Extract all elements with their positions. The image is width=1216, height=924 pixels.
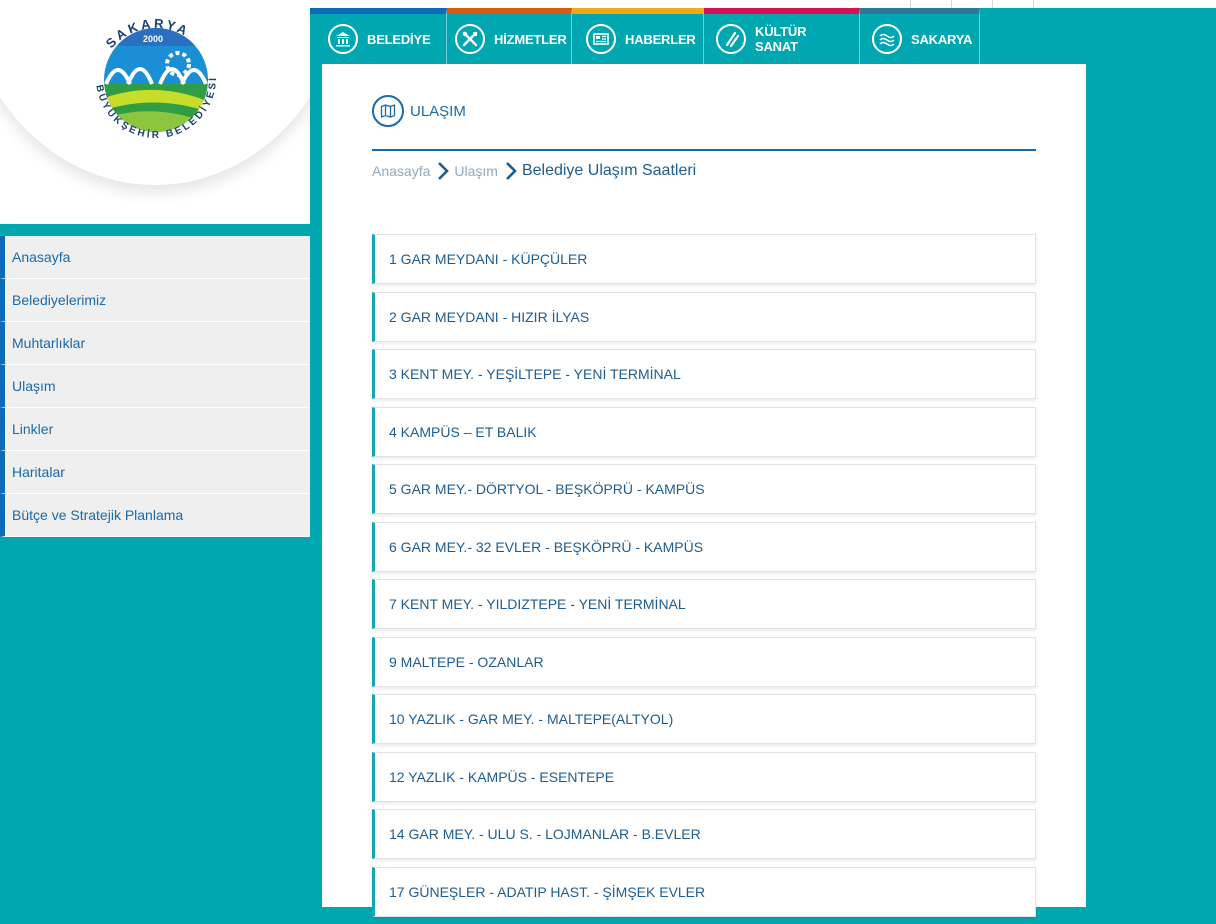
sidebar-item-haritalar[interactable]: Haritalar [0, 451, 310, 494]
top-utility-slot[interactable] [1033, 0, 1086, 8]
page-title: ULAŞIM [410, 102, 466, 120]
breadcrumb-section[interactable]: Ulaşım [454, 163, 498, 179]
top-utility-slot[interactable] [910, 0, 951, 8]
nav-label: BELEDİYE [367, 31, 431, 47]
nav-kultur-sanat[interactable]: KÜLTÜR SANAT [704, 8, 860, 64]
sidebar-item-belediyelerimiz[interactable]: Belediyelerimiz [0, 279, 310, 322]
route-item[interactable]: 14 GAR MEY. - ULU S. - LOJMANLAR - B.EVL… [372, 809, 1036, 859]
top-utility-slot[interactable] [951, 0, 992, 8]
page-header: ULAŞIM [372, 95, 466, 127]
waves-icon [872, 24, 902, 54]
main-nav: BELEDİYE HİZMETLER HABERLER KÜLTÜR SANAT… [310, 8, 980, 64]
nav-belediye[interactable]: BELEDİYE [310, 8, 447, 64]
nav-label: HABERLER [625, 31, 696, 47]
newspaper-icon [586, 24, 616, 54]
brush-icon [716, 24, 746, 54]
nav-hizmetler[interactable]: HİZMETLER [447, 8, 572, 64]
sidebar-item-butce[interactable]: Bütçe ve Stratejik Planlama [0, 494, 310, 537]
logo-panel: SAKARYA BÜYÜKŞEHİR BELEDİYESİ 2000 [0, 0, 310, 224]
route-item[interactable]: 5 GAR MEY.- DÖRTYOL - BEŞKÖPRÜ - KAMPÜS [372, 464, 1036, 514]
sidebar-item-muhtarliklar[interactable]: Muhtarlıklar [0, 322, 310, 365]
route-item[interactable]: 12 YAZLIK - KAMPÜS - ESENTEPE [372, 751, 1036, 802]
route-item[interactable]: 2 GAR MEYDANI - HIZIR İLYAS [372, 291, 1036, 342]
sidebar-nav: Anasayfa Belediyelerimiz Muhtarlıklar Ul… [0, 236, 310, 537]
nav-label: HİZMETLER [494, 31, 567, 47]
route-item[interactable]: 7 KENT MEY. - YILDIZTEPE - YENİ TERMİNAL [372, 579, 1036, 629]
nav-sakarya[interactable]: SAKARYA [860, 8, 980, 64]
sidebar-item-anasayfa[interactable]: Anasayfa [0, 236, 310, 279]
route-item[interactable]: 1 GAR MEYDANI - KÜPÇÜLER [372, 234, 1036, 284]
route-item[interactable]: 4 KAMPÜS – ET BALIK [372, 406, 1036, 457]
route-item[interactable]: 10 YAZLIK - GAR MEY. - MALTEPE(ALTYOL) [372, 694, 1036, 744]
breadcrumb-home[interactable]: Anasayfa [372, 163, 430, 179]
route-item[interactable]: 3 KENT MEY. - YEŞİLTEPE - YENİ TERMİNAL [372, 349, 1036, 399]
logo-year: 2000 [143, 34, 163, 44]
nav-spacer [980, 8, 1086, 64]
sidebar-item-linkler[interactable]: Linkler [0, 408, 310, 451]
header-divider [372, 149, 1036, 151]
breadcrumb-current: Belediye Ulaşım Saatleri [521, 162, 697, 179]
breadcrumb: Anasayfa Ulaşım Belediye Ulaşım Saatleri [372, 160, 696, 182]
sidebar-item-ulasim[interactable]: Ulaşım [0, 365, 310, 408]
route-item[interactable]: 9 MALTEPE - OZANLAR [372, 636, 1036, 687]
route-item[interactable]: 6 GAR MEY.- 32 EVLER - BEŞKÖPRÜ - KAMPÜS [372, 521, 1036, 572]
map-icon [372, 95, 404, 127]
chevron-right-icon [438, 162, 450, 180]
nav-haberler[interactable]: HABERLER [572, 8, 704, 64]
nav-label: KÜLTÜR SANAT [755, 24, 807, 54]
building-icon [328, 24, 358, 54]
main-content: ULAŞIM Anasayfa Ulaşım Belediye Ulaşım S… [322, 64, 1086, 917]
route-list: 1 GAR MEYDANI - KÜPÇÜLER 2 GAR MEYDANI -… [372, 234, 1036, 924]
chevron-right-icon [506, 162, 517, 180]
route-item[interactable]: 17 GÜNEŞLER - ADATIP HAST. - ŞİMŞEK EVLE… [372, 866, 1036, 917]
tools-icon [455, 24, 485, 54]
sakarya-logo[interactable]: SAKARYA BÜYÜKŞEHİR BELEDİYESİ 2000 [78, 8, 234, 164]
nav-label: SAKARYA [911, 31, 973, 47]
top-utility-slot[interactable] [992, 0, 1033, 8]
